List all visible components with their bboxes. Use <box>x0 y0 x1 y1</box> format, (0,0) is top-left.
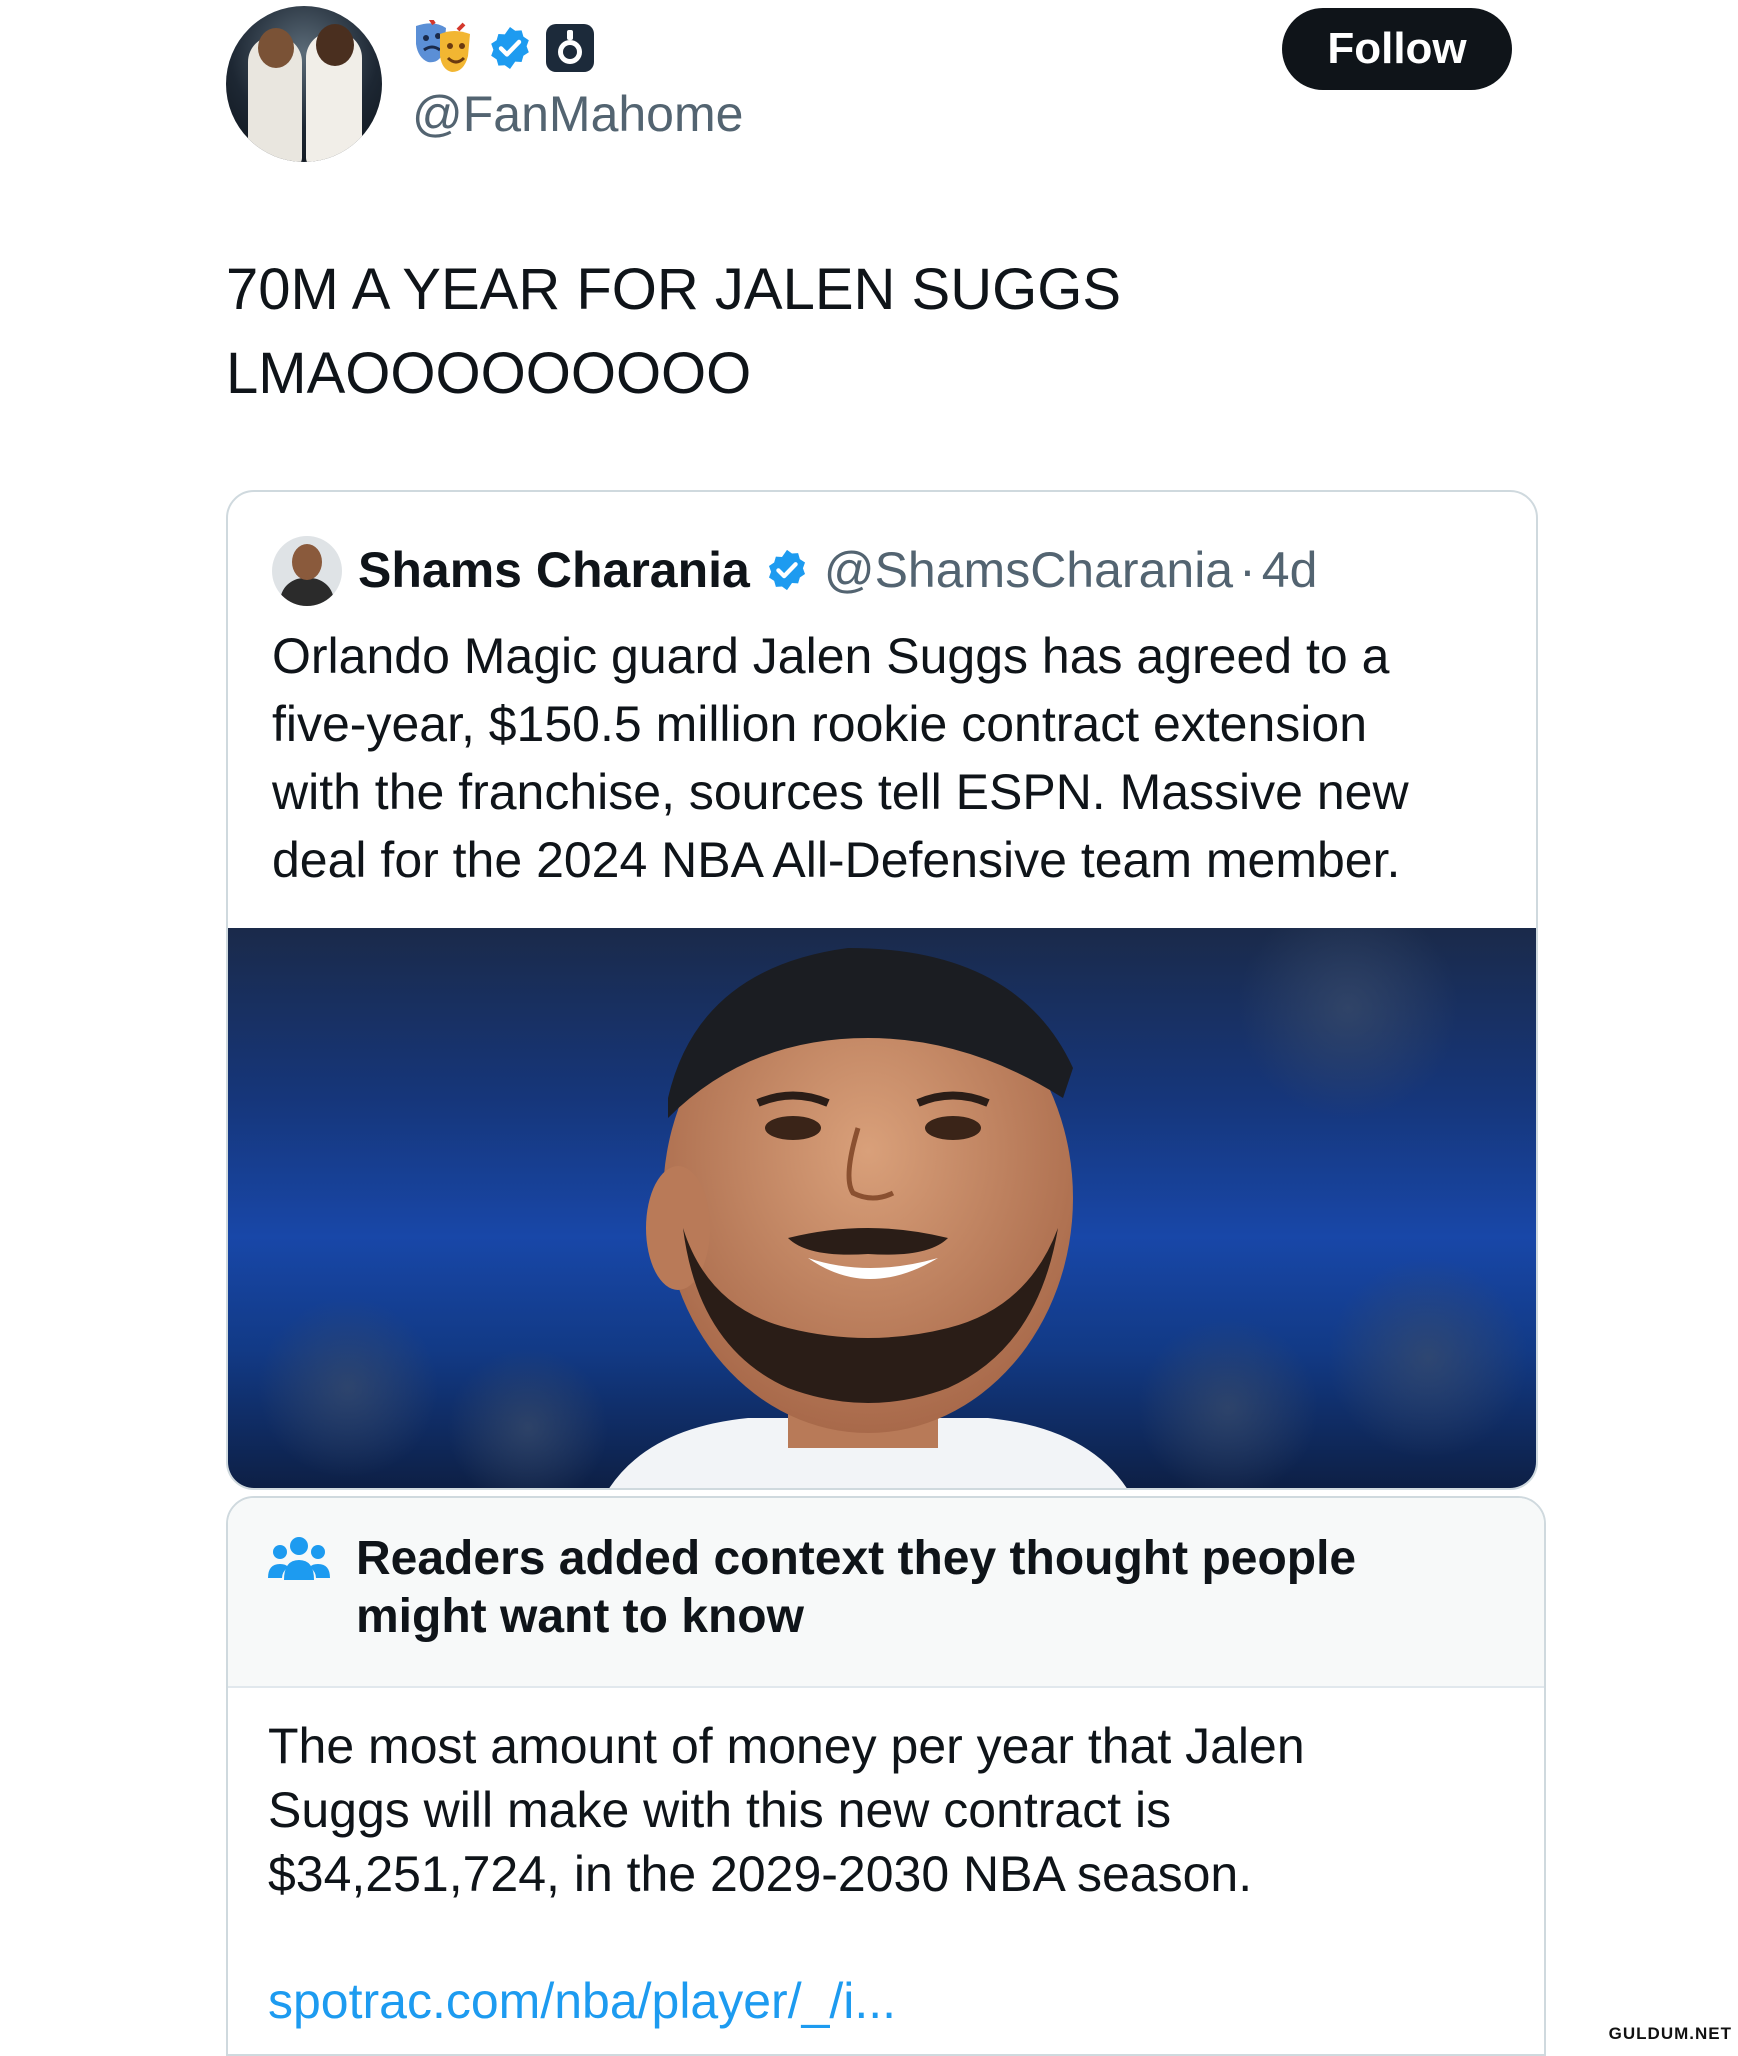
quoted-tweet-line: deal for the 2024 NBA All-Defensive team… <box>272 832 1401 888</box>
community-note-title-line: Readers added context they thought peopl… <box>356 1532 1357 1585</box>
community-note-line: $34,251,724, in the 2029-2030 NBA season… <box>268 1846 1253 1902</box>
separator-dot: · <box>1239 542 1256 598</box>
quoted-tweet-line: Orlando Magic guard Jalen Suggs has agre… <box>272 628 1390 684</box>
quoted-tweet-timestamp[interactable]: 4d <box>1262 541 1318 599</box>
author-avatar[interactable] <box>226 6 382 162</box>
community-note: Readers added context they thought peopl… <box>226 1496 1546 2056</box>
follow-button[interactable]: Follow <box>1282 8 1512 90</box>
tweet-text: 70M A YEAR FOR JALEN SUGGS LMAOOOOOOOOO <box>226 248 1486 416</box>
community-note-body: The most amount of money per year that J… <box>268 1714 1508 1906</box>
verified-badge-icon <box>768 549 805 591</box>
author-badges <box>412 20 596 76</box>
community-note-source-link[interactable]: spotrac.com/nba/player/_/i... <box>268 1972 896 2030</box>
watermark: GULDUM.NET <box>1608 2024 1732 2043</box>
quoted-author-handle[interactable]: @ShamsCharania <box>824 541 1233 599</box>
quoted-tweet-card[interactable]: Shams Charania @ShamsCharania · 4d Orlan… <box>226 490 1538 1490</box>
tweet-text-line: 70M A YEAR FOR JALEN SUGGS <box>226 257 1122 322</box>
quoted-tweet-line: with the franchise, sources tell ESPN. M… <box>272 764 1409 820</box>
quoted-author-name[interactable]: Shams Charania <box>358 541 750 599</box>
verified-badge-icon <box>491 27 529 69</box>
tweet-text-line: LMAOOOOOOOOO <box>226 341 752 406</box>
quoted-author-avatar[interactable] <box>272 536 342 606</box>
community-note-line: The most amount of money per year that J… <box>268 1718 1305 1774</box>
author-handle[interactable]: @FanMahome <box>412 84 743 144</box>
player-photo-art <box>258 928 1528 1488</box>
quoted-tweet-line: five-year, $150.5 million rookie contrac… <box>272 696 1368 752</box>
community-note-line: Suggs will make with this new contract i… <box>268 1782 1172 1838</box>
quoted-tweet-header: Shams Charania @ShamsCharania · 4d <box>358 532 1317 608</box>
quoted-tweet-text: Orlando Magic guard Jalen Suggs has agre… <box>272 622 1512 894</box>
people-icon <box>268 1537 330 1580</box>
player-photo[interactable] <box>228 928 1536 1488</box>
app-icon <box>546 24 594 72</box>
community-note-title-line: might want to know <box>356 1590 804 1643</box>
community-note-title: Readers added context they thought peopl… <box>356 1530 1456 1646</box>
community-note-header: Readers added context they thought peopl… <box>228 1498 1544 1688</box>
theater-masks-icon <box>416 20 470 72</box>
